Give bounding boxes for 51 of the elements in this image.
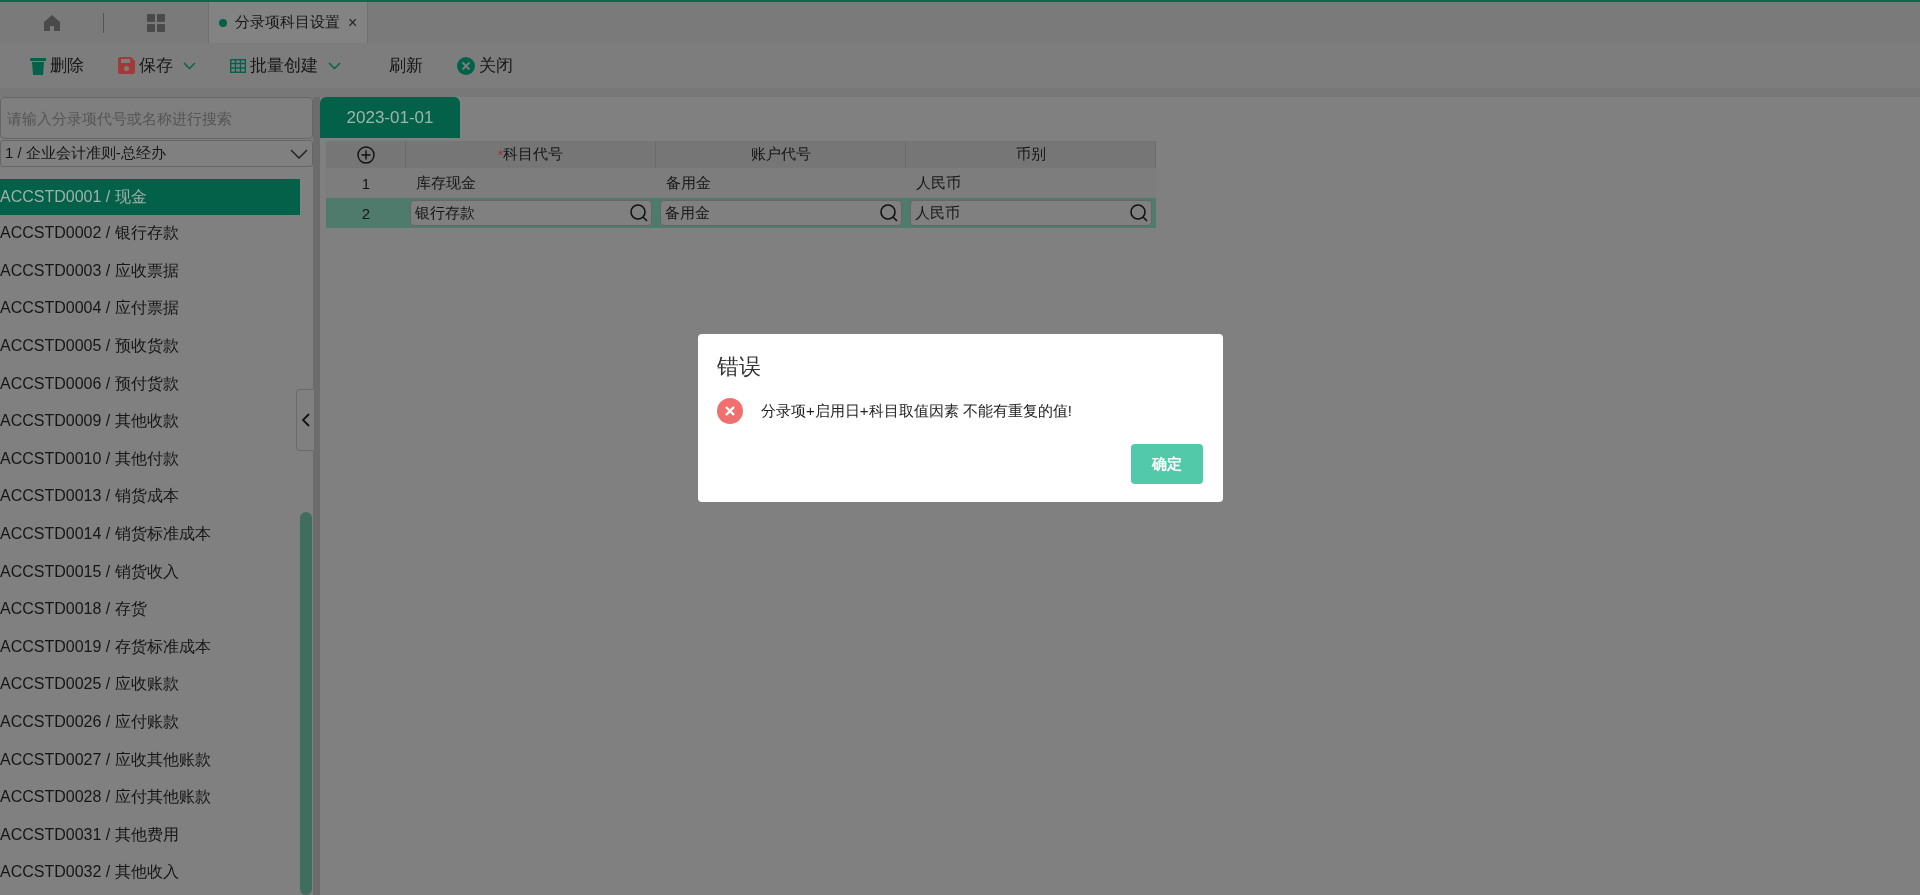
scrollbar-thumb[interactable]: [300, 512, 312, 895]
required-mark: *: [497, 146, 504, 163]
error-icon: [717, 398, 743, 424]
account-list-item[interactable]: ACCSTD0002 / 银行存款: [0, 215, 300, 253]
account-list-item[interactable]: ACCSTD0004 / 应付票据: [0, 290, 300, 328]
lookup-field[interactable]: 人民币: [910, 200, 1152, 226]
toolbar-button[interactable]: 保存: [114, 48, 200, 83]
add-row-icon[interactable]: [356, 145, 375, 164]
error-message: 分录项+启用日+科目取值因素 不能有重复的值!: [761, 401, 1072, 421]
account-list-item[interactable]: ACCSTD0025 / 应收账款: [0, 666, 300, 704]
ledger-dropdown[interactable]: 1 / 企业会计准则-总经办: [0, 140, 313, 167]
account-list-item[interactable]: ACCSTD0019 / 存货标准成本: [0, 628, 300, 667]
account-list-item[interactable]: ACCSTD0027 / 应收其他账款: [0, 741, 300, 779]
account-list-item[interactable]: ACCSTD0006 / 预付货款: [0, 365, 300, 403]
date-tab[interactable]: 2023-01-01: [320, 97, 460, 138]
account-list-item[interactable]: ACCSTD0018 / 存货: [0, 590, 300, 629]
toolbar-button[interactable]: 刷新: [385, 48, 427, 83]
account-list-item[interactable]: ACCSTD0001 / 现金: [0, 179, 300, 215]
lookup-field[interactable]: 备用金: [660, 200, 902, 226]
search-icon[interactable]: [879, 203, 899, 223]
account-list-item[interactable]: ACCSTD0010 / 其他付款: [0, 440, 300, 479]
account-list-item[interactable]: ACCSTD0026 / 应付账款: [0, 703, 300, 742]
column-header: 币别: [906, 141, 1156, 168]
account-list-item[interactable]: ACCSTD0005 / 预收货款: [0, 327, 300, 366]
chevron-down-icon: [290, 148, 308, 159]
account-list-item[interactable]: ACCSTD0003 / 应收票据: [0, 252, 300, 291]
collapse-handle[interactable]: [296, 389, 314, 451]
row-number: 2: [326, 198, 406, 228]
account-list-item[interactable]: ACCSTD0031 / 其他费用: [0, 816, 300, 855]
search-icon[interactable]: [1129, 203, 1149, 223]
column-header: *科目代号: [406, 141, 656, 168]
search-icon[interactable]: [629, 203, 649, 223]
toolbar-button[interactable]: 批量创建: [226, 48, 345, 83]
dialog-title: 错误: [717, 353, 762, 381]
account-list-item[interactable]: ACCSTD0032 / 其他收入: [0, 854, 300, 892]
column-header: 账户代号: [656, 141, 906, 168]
toolbar-button[interactable]: 关闭: [453, 48, 517, 83]
lookup-field[interactable]: 银行存款: [410, 200, 652, 226]
account-list-item[interactable]: ACCSTD0028 / 应付其他账款: [0, 778, 300, 817]
close-tab-button[interactable]: ×: [348, 13, 358, 32]
account-list-item[interactable]: ACCSTD0014 / 销货标准成本: [0, 515, 300, 554]
account-list-item[interactable]: ACCSTD0013 / 销货成本: [0, 478, 300, 516]
chevron-left-icon: [301, 413, 310, 427]
close-circle-icon: [457, 56, 475, 75]
page-tab[interactable]: 分录项科目设置 ×: [208, 2, 369, 43]
account-list-item[interactable]: ACCSTD0009 / 其他收款: [0, 402, 300, 441]
trash-icon: [30, 56, 46, 75]
table-icon: [230, 58, 246, 73]
active-dot-icon: [219, 18, 227, 27]
toolbar-button[interactable]: 删除: [26, 48, 88, 83]
account-list-item[interactable]: ACCSTD0015 / 销货收入: [0, 553, 300, 591]
